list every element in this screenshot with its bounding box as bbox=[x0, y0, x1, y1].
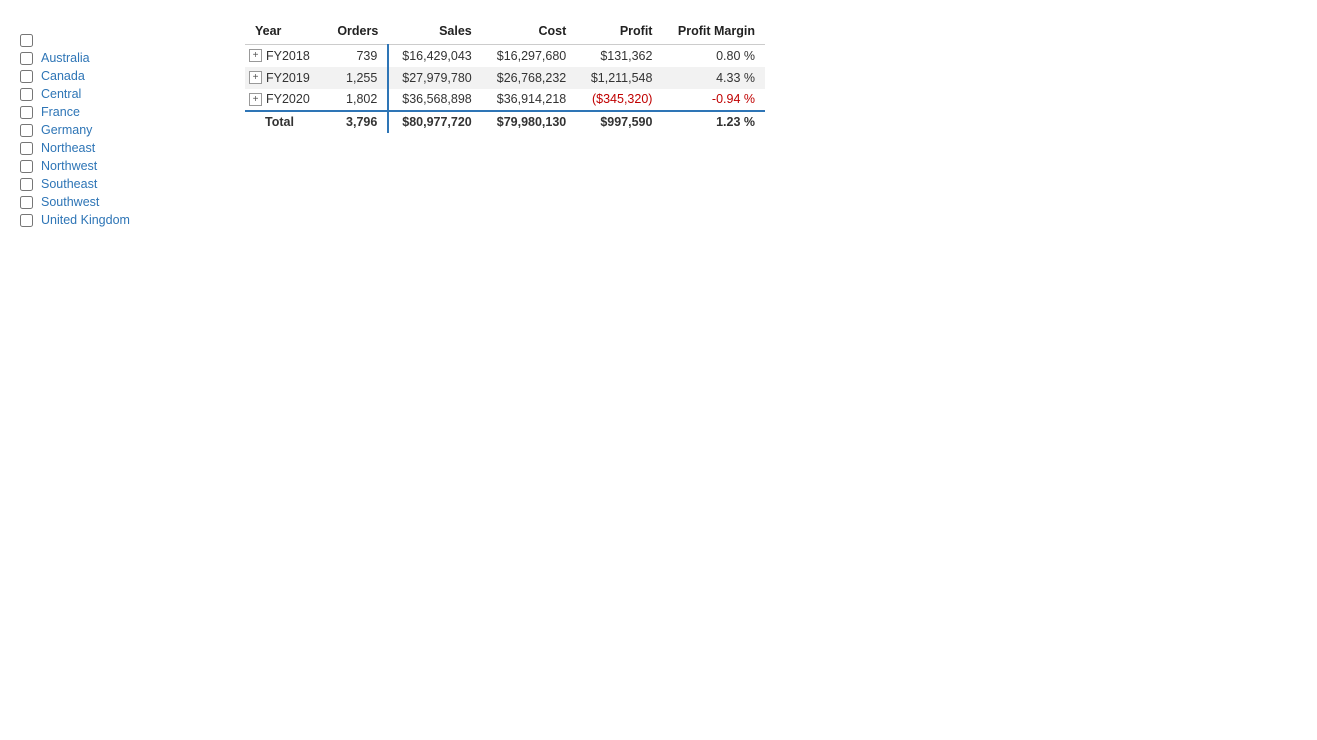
filter-checkbox-united-kingdom[interactable] bbox=[20, 214, 33, 227]
filter-item-canada[interactable]: Canada bbox=[20, 67, 215, 85]
data-table-area: YearOrdersSalesCostProfitProfit Margin +… bbox=[245, 20, 1297, 229]
filter-checkbox-australia[interactable] bbox=[20, 52, 33, 65]
total-label: Total bbox=[245, 111, 324, 133]
filter-checkbox-canada[interactable] bbox=[20, 70, 33, 83]
filter-item-southwest[interactable]: Southwest bbox=[20, 193, 215, 211]
filter-item-label: Germany bbox=[41, 123, 92, 137]
orders-cell: 1,802 bbox=[324, 89, 388, 111]
year-cell: + FY2020 bbox=[245, 89, 324, 111]
year-label: FY2019 bbox=[266, 71, 310, 85]
col-header-profit: Profit bbox=[576, 20, 662, 45]
expand-button[interactable]: + bbox=[249, 71, 262, 84]
filter-checkbox-northwest[interactable] bbox=[20, 160, 33, 173]
table-row: + FY2019 1,255$27,979,780$26,768,232$1,2… bbox=[245, 67, 765, 89]
total-orders: 3,796 bbox=[324, 111, 388, 133]
total-profit: $997,590 bbox=[576, 111, 662, 133]
orders-cell: 739 bbox=[324, 45, 388, 67]
filter-item-germany[interactable]: Germany bbox=[20, 121, 215, 139]
expand-button[interactable]: + bbox=[249, 49, 262, 62]
sales-cell: $36,568,898 bbox=[388, 89, 481, 111]
filter-item-northwest[interactable]: Northwest bbox=[20, 157, 215, 175]
sales-cell: $16,429,043 bbox=[388, 45, 481, 67]
year-label: FY2018 bbox=[266, 49, 310, 63]
region-filter-panel: Australia Canada Central France Germany … bbox=[20, 20, 215, 229]
filter-item-label: Southwest bbox=[41, 195, 99, 209]
table-row: + FY2018 739$16,429,043$16,297,680$131,3… bbox=[245, 45, 765, 67]
filter-item-australia[interactable]: Australia bbox=[20, 49, 215, 67]
year-cell: + FY2018 bbox=[245, 45, 324, 67]
filter-checkbox-central[interactable] bbox=[20, 88, 33, 101]
year-label: FY2020 bbox=[266, 92, 310, 106]
cost-cell: $26,768,232 bbox=[482, 67, 577, 89]
filter-item-label: Northeast bbox=[41, 141, 95, 155]
filter-checkbox-france[interactable] bbox=[20, 106, 33, 119]
cost-cell: $36,914,218 bbox=[482, 89, 577, 111]
sales-cell: $27,979,780 bbox=[388, 67, 481, 89]
total-margin: 1.23 % bbox=[662, 111, 765, 133]
data-table: YearOrdersSalesCostProfitProfit Margin +… bbox=[245, 20, 765, 133]
col-header-cost: Cost bbox=[482, 20, 577, 45]
profit-margin-cell: 0.80 % bbox=[662, 45, 765, 67]
table-row: + FY2020 1,802$36,568,898$36,914,218($34… bbox=[245, 89, 765, 111]
col-header-year: Year bbox=[245, 20, 324, 45]
total-row: Total3,796$80,977,720$79,980,130$997,590… bbox=[245, 111, 765, 133]
profit-cell: $131,362 bbox=[576, 45, 662, 67]
total-sales: $80,977,720 bbox=[388, 111, 481, 133]
filter-item-label: Northwest bbox=[41, 159, 97, 173]
filter-item-northeast[interactable]: Northeast bbox=[20, 139, 215, 157]
filter-item-label: Canada bbox=[41, 69, 85, 83]
col-header-orders: Orders bbox=[324, 20, 388, 45]
filter-checkbox-southeast[interactable] bbox=[20, 178, 33, 191]
filter-item-central[interactable]: Central bbox=[20, 85, 215, 103]
col-header-sales: Sales bbox=[388, 20, 481, 45]
profit-cell: ($345,320) bbox=[576, 89, 662, 111]
orders-cell: 1,255 bbox=[324, 67, 388, 89]
profit-margin-cell: -0.94 % bbox=[662, 89, 765, 111]
profit-margin-cell: 4.33 % bbox=[662, 67, 765, 89]
filter-item-label: Central bbox=[41, 87, 81, 101]
cost-cell: $16,297,680 bbox=[482, 45, 577, 67]
filter-item-southeast[interactable]: Southeast bbox=[20, 175, 215, 193]
filter-item-label: Australia bbox=[41, 51, 90, 65]
total-cost: $79,980,130 bbox=[482, 111, 577, 133]
filter-item-united-kingdom[interactable]: United Kingdom bbox=[20, 211, 215, 229]
expand-button[interactable]: + bbox=[249, 93, 262, 106]
filter-checkbox-germany[interactable] bbox=[20, 124, 33, 137]
filter-checkbox-southwest[interactable] bbox=[20, 196, 33, 209]
year-cell: + FY2019 bbox=[245, 67, 324, 89]
col-header-profit-margin: Profit Margin bbox=[662, 20, 765, 45]
profit-cell: $1,211,548 bbox=[576, 67, 662, 89]
filter-item-france[interactable]: France bbox=[20, 103, 215, 121]
filter-item-select-all[interactable] bbox=[20, 32, 215, 49]
filter-item-label: Southeast bbox=[41, 177, 97, 191]
select-all-checkbox[interactable] bbox=[20, 34, 33, 47]
filter-item-label: France bbox=[41, 105, 80, 119]
filter-item-label: United Kingdom bbox=[41, 213, 130, 227]
filter-checkbox-northeast[interactable] bbox=[20, 142, 33, 155]
